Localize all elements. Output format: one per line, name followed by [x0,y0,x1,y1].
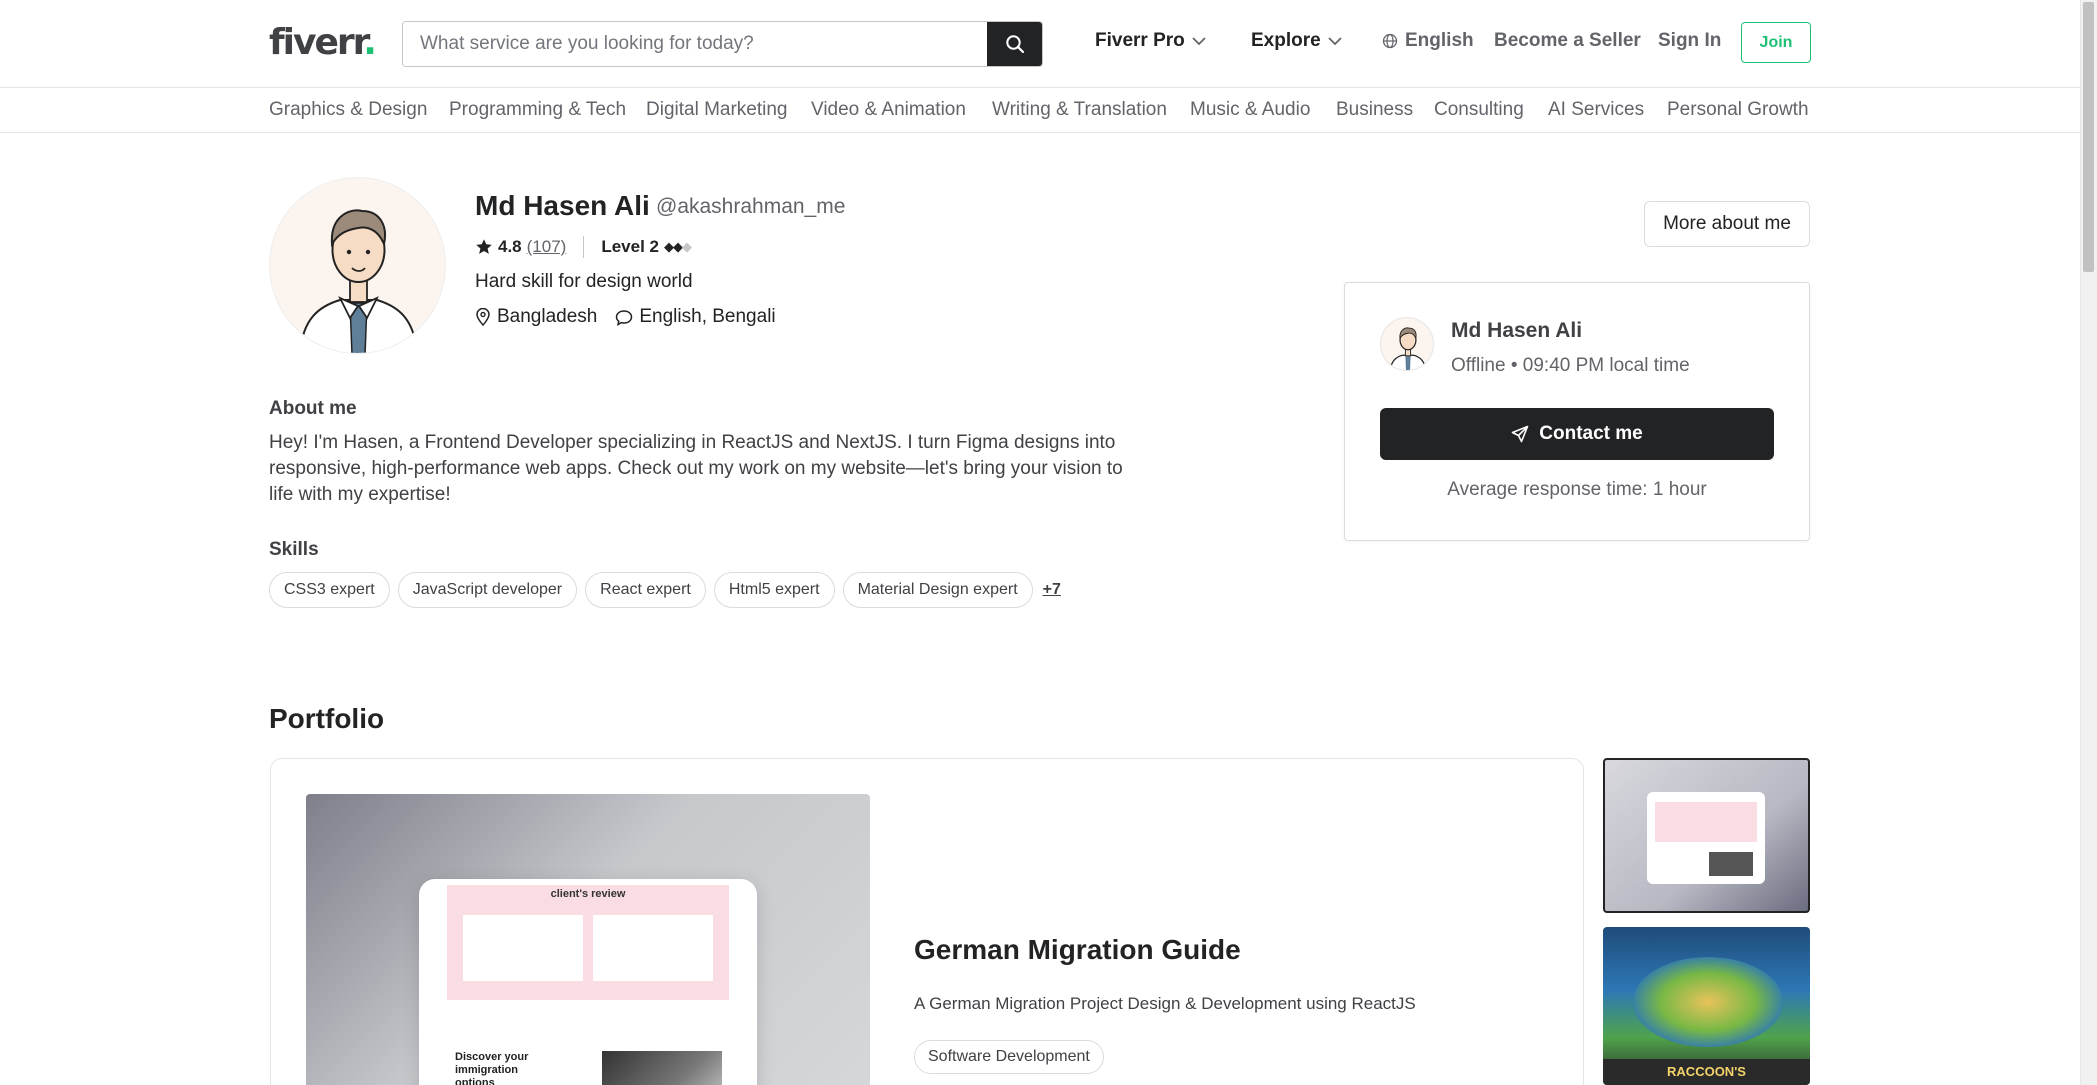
seller-tagline: Hard skill for design world [475,271,693,292]
skills-list: CSS3 expert JavaScript developer React e… [269,572,1061,608]
skills-heading: Skills [269,539,319,560]
category-business[interactable]: Business [1336,99,1413,121]
contact-avatar [1380,317,1434,371]
contact-status: Offline • 09:40 PM local time [1451,355,1690,376]
skill-chip[interactable]: Material Design expert [842,572,1033,608]
more-skills-link[interactable]: +7 [1043,581,1061,599]
search-icon [1005,35,1024,54]
seller-avatar [269,177,446,354]
explore-menu[interactable]: Explore [1251,30,1342,52]
skill-chip[interactable]: React expert [585,572,706,608]
scrollbar-thumb[interactable] [2083,2,2094,272]
star-icon [476,239,492,254]
globe-icon [1382,33,1398,49]
more-about-me-button[interactable]: More about me [1644,201,1810,247]
category-digital-marketing[interactable]: Digital Marketing [646,99,788,121]
response-time: Average response time: 1 hour [1447,479,1707,500]
contact-card: Md Hasen Ali Offline • 09:40 PM local ti… [1344,282,1810,541]
project-description: A German Migration Project Design & Deve… [914,994,1416,1013]
review-count-link[interactable]: (107) [527,237,567,257]
thumb-device-frame [1647,792,1765,884]
preview-photo [602,1051,722,1085]
preview-device-frame: client's review Discover your immigratio… [419,879,757,1085]
rating-score: 4.8 [498,237,522,256]
seller-rating: 4.8 (107) Level 2 ◆◆◆ [475,236,692,258]
preview-subtext: Discover your immigration options [455,1051,529,1085]
thumb-pink-section [1655,802,1757,842]
skill-chip[interactable]: CSS3 expert [269,572,390,608]
category-personal-growth[interactable]: Personal Growth [1667,99,1809,121]
category-music-audio[interactable]: Music & Audio [1190,99,1310,121]
become-seller-link[interactable]: Become a Seller [1494,30,1641,52]
person-illustration-icon [299,209,418,353]
level-diamonds-icon: ◆◆◆ [663,239,692,254]
portfolio-thumbnail[interactable] [1603,758,1810,913]
rating-divider [583,236,585,258]
preview-review-heading: client's review [550,888,626,900]
about-text: Hey! I'm Hasen, a Frontend Developer spe… [269,432,1123,505]
preview-review-section: client's review [447,885,729,1000]
seller-name: Md Hasen Ali [475,190,650,221]
fiverr-logo[interactable]: fiverr. [269,22,377,63]
chevron-down-icon [1328,37,1342,46]
location-pin-icon [476,308,490,326]
skill-chip[interactable]: JavaScript developer [397,572,578,608]
thumb-photo [1709,852,1753,876]
language-selector[interactable]: English [1382,30,1474,52]
contact-name: Md Hasen Ali [1451,319,1583,342]
portfolio-heading: Portfolio [269,703,385,734]
portfolio-project-image[interactable]: client's review Discover your immigratio… [306,794,870,1085]
search-bar [402,21,1043,67]
category-bar: Graphics & Design Programming & Tech Dig… [0,88,2080,133]
fiverr-pro-label: Fiverr Pro [1095,30,1185,51]
category-writing-translation[interactable]: Writing & Translation [992,99,1167,121]
preview-review-card [463,915,583,981]
project-tag[interactable]: Software Development [914,1040,1104,1074]
chevron-down-icon [1192,37,1206,46]
search-button[interactable] [987,22,1042,66]
portfolio-thumbnail[interactable]: RACCOON'S [1603,927,1810,1085]
project-title: German Migration Guide [914,934,1241,965]
seller-languages: English, Bengali [639,306,776,327]
category-video-animation[interactable]: Video & Animation [811,99,966,121]
thumb2-caption: RACCOON'S [1603,1059,1810,1085]
chat-bubble-icon [616,309,633,326]
language-label: English [1405,30,1474,51]
seller-meta: Bangladesh English, Bengali [475,306,776,328]
category-graphics-design[interactable]: Graphics & Design [269,99,427,121]
send-icon [1511,425,1529,443]
explore-label: Explore [1251,30,1321,51]
category-programming-tech[interactable]: Programming & Tech [449,99,626,121]
fiverr-pro-menu[interactable]: Fiverr Pro [1095,30,1206,52]
seller-location: Bangladesh [497,306,598,327]
contact-me-label: Contact me [1539,423,1643,444]
about-heading: About me [269,398,357,419]
seller-level: Level 2 [601,237,659,256]
thumb-island-illustration [1633,957,1783,1047]
search-input[interactable] [403,22,987,66]
skill-chip[interactable]: Html5 expert [713,572,835,608]
contact-me-button[interactable]: Contact me [1380,408,1774,460]
site-header: fiverr. Fiverr Pro Explore English Becom… [0,0,2080,88]
portfolio-card[interactable]: client's review Discover your immigratio… [270,758,1584,1085]
category-ai-services[interactable]: AI Services [1548,99,1644,121]
join-button[interactable]: Join [1741,22,1811,63]
category-consulting[interactable]: Consulting [1434,99,1524,121]
seller-handle: @akashrahman_me [656,195,846,218]
sign-in-link[interactable]: Sign In [1658,30,1721,52]
preview-review-card [593,915,713,981]
person-illustration-icon [1389,327,1427,370]
